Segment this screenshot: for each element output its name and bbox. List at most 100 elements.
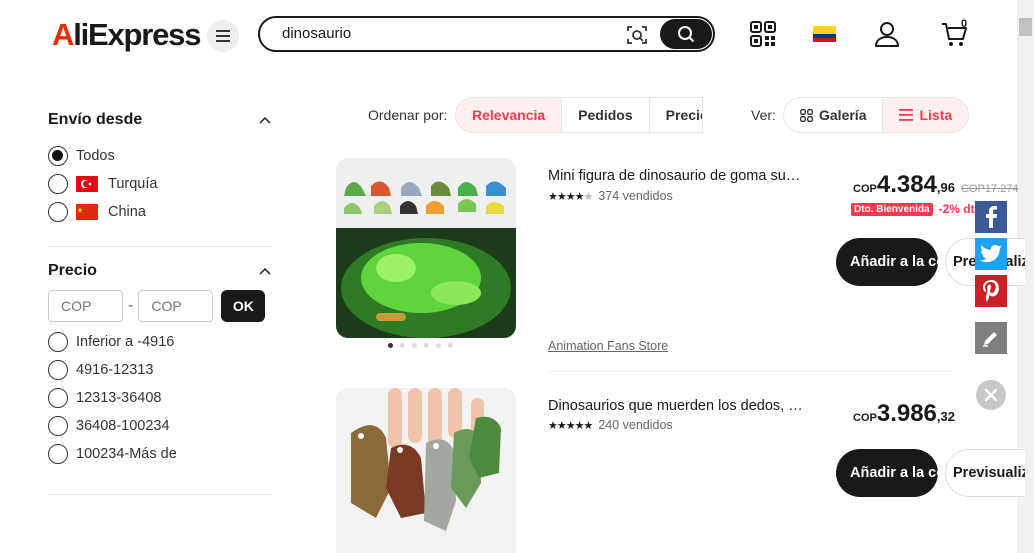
option-label: 36408-100234 <box>76 418 170 434</box>
facebook-share-button[interactable] <box>975 201 1007 233</box>
radio[interactable] <box>48 174 68 194</box>
scrollbar-thumb[interactable] <box>1019 18 1032 36</box>
option-label: China <box>108 204 146 220</box>
product-price: COP3.986,32 <box>853 400 955 428</box>
qr-code-icon[interactable] <box>750 21 776 47</box>
radio[interactable] <box>48 332 68 352</box>
price-filter-header[interactable]: Precio <box>48 262 272 280</box>
list-icon <box>899 109 914 121</box>
radio[interactable] <box>48 388 68 408</box>
logo-text: liExpress <box>73 17 201 52</box>
view-gallery-button[interactable]: Galería <box>784 98 882 132</box>
add-to-cart-button[interactable]: Añadir a la cesta <box>836 238 938 286</box>
product-title[interactable]: Mini figura de dinosaurio de goma su… <box>548 168 803 184</box>
product-divider <box>548 371 953 372</box>
view-list-button[interactable]: Lista <box>882 98 968 132</box>
price-integer: 3.986 <box>876 400 937 427</box>
option-label: Todos <box>76 148 115 164</box>
colombia-flag-icon[interactable] <box>813 26 836 42</box>
chevron-up-icon[interactable] <box>258 113 272 127</box>
radio[interactable] <box>48 444 68 464</box>
view-toggle: Galería Lista <box>783 97 969 133</box>
old-price: COP17.274 <box>960 183 1019 195</box>
add-to-cart-button[interactable]: Añadir a la cesta <box>836 449 938 497</box>
price-integer: 4.384 <box>876 171 937 198</box>
close-share-button[interactable] <box>976 380 1006 410</box>
menu-icon <box>216 30 230 42</box>
radio-selected[interactable] <box>48 146 68 166</box>
preview-button[interactable]: Previsualizar <box>945 449 1025 497</box>
carousel-dot[interactable] <box>412 343 417 348</box>
product-image[interactable] <box>336 388 516 553</box>
price-range-option[interactable]: Inferior a -4916 <box>48 328 272 356</box>
carousel-dot[interactable] <box>424 343 429 348</box>
close-icon <box>984 388 998 402</box>
welcome-discount-badge: Dto. Bienvenida <box>851 202 933 216</box>
shipping-option-todos[interactable]: Todos <box>48 142 272 170</box>
sidebar-divider <box>48 494 272 495</box>
user-icon[interactable] <box>874 21 900 47</box>
shipping-option-china[interactable]: China <box>48 198 272 226</box>
price-filter: Precio - OK Inferior a -4916 4916-12313 … <box>48 262 272 468</box>
price-min-input[interactable] <box>48 290 123 322</box>
carousel-dot[interactable] <box>448 343 453 348</box>
pinterest-icon <box>983 280 999 302</box>
price-currency: COP <box>853 412 877 424</box>
price-currency: COP <box>853 183 877 195</box>
price-range-option[interactable]: 4916-12313 <box>48 356 272 384</box>
search-icon <box>678 26 695 43</box>
price-range-option[interactable]: 12313-36408 <box>48 384 272 412</box>
star-rating-icon: ★★★★★ <box>548 419 593 432</box>
image-carousel-dots <box>388 343 453 348</box>
carousel-dot[interactable] <box>388 343 393 348</box>
option-label: Turquía <box>108 176 158 192</box>
option-label: 4916-12313 <box>76 362 154 378</box>
price-filter-title: Precio <box>48 262 97 279</box>
twitter-share-button[interactable] <box>975 238 1007 270</box>
price-max-input[interactable] <box>138 290 214 322</box>
pinterest-share-button[interactable] <box>975 275 1007 307</box>
price-ok-button[interactable]: OK <box>221 290 266 322</box>
chevron-up-icon[interactable] <box>258 264 272 278</box>
price-range-option[interactable]: 100234-Más de <box>48 440 272 468</box>
promo-row: Dto. Bienvenida -2% dto <box>851 202 982 216</box>
sort-tab-precio[interactable]: Precio <box>650 98 702 132</box>
radio[interactable] <box>48 202 68 222</box>
product-title[interactable]: Dinosaurios que muerden los dedos, … <box>548 398 803 414</box>
logo-letter: A <box>52 17 74 52</box>
shipping-filter-header[interactable]: Envío desde <box>48 111 272 129</box>
sidebar-divider <box>48 246 272 247</box>
price-decimal: ,96 <box>936 180 955 195</box>
shipping-filter: Envío desde Todos Turquía China <box>48 111 272 226</box>
shipping-filter-title: Envío desde <box>48 111 143 128</box>
search-button[interactable] <box>660 19 712 49</box>
star-rating-icon: ★★★★★ <box>548 190 593 203</box>
aliexpress-logo[interactable]: AliExpress <box>52 17 201 53</box>
radio[interactable] <box>48 360 68 380</box>
edit-icon <box>983 332 997 347</box>
radio[interactable] <box>48 416 68 436</box>
grid-icon <box>800 108 813 122</box>
sold-count: 374 vendidos <box>598 189 673 203</box>
price-range-option[interactable]: 36408-100234 <box>48 412 272 440</box>
menu-button[interactable] <box>207 20 239 52</box>
product-image[interactable] <box>336 158 516 338</box>
sort-tab-relevancia[interactable]: Relevancia <box>456 98 563 132</box>
camera-search-icon[interactable] <box>626 24 648 46</box>
product-rating: ★★★★★ 374 vendidos <box>548 189 673 203</box>
store-link[interactable]: Animation Fans Store <box>548 339 668 353</box>
edit-share-button[interactable] <box>975 322 1007 354</box>
carousel-dot[interactable] <box>436 343 441 348</box>
sold-count: 240 vendidos <box>598 418 673 432</box>
twitter-icon <box>980 245 1002 263</box>
sort-tab-pedidos[interactable]: Pedidos <box>562 98 650 132</box>
product-image-dinosaur-figures <box>336 158 516 338</box>
sort-label: Ordenar por: <box>368 107 448 123</box>
search-input[interactable] <box>282 25 612 42</box>
sort-tabs: Relevancia Pedidos Precio <box>455 97 703 133</box>
carousel-dot[interactable] <box>400 343 405 348</box>
view-gallery-label: Galería <box>819 107 867 123</box>
cart-count: 0 <box>961 18 968 30</box>
view-list-label: Lista <box>919 107 953 123</box>
shipping-option-turquia[interactable]: Turquía <box>48 170 272 198</box>
